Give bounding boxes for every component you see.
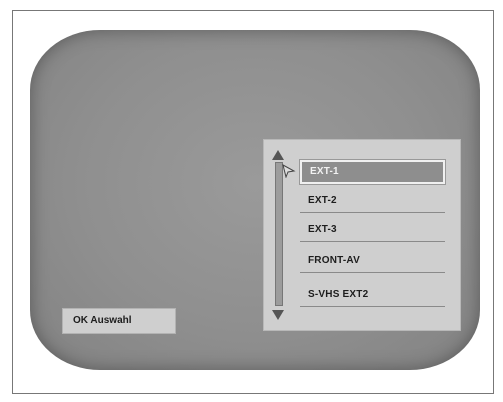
menu-item-s-vhs-ext2[interactable]: S-VHS EXT2 bbox=[300, 283, 445, 307]
menu-item-ext-1[interactable]: EXT-1 bbox=[300, 160, 445, 184]
menu-item-ext-3[interactable]: EXT-3 bbox=[300, 218, 445, 242]
ok-select-hint: OK Auswahl bbox=[62, 308, 176, 334]
scroll-up-icon[interactable] bbox=[272, 150, 284, 160]
menu-item-ext-2[interactable]: EXT-2 bbox=[300, 189, 445, 213]
selection-pointer-icon bbox=[282, 164, 296, 178]
page: EXT-1 EXT-2 EXT-3 FRONT-AV S-VHS EXT2 OK… bbox=[0, 0, 503, 402]
scroll-down-icon[interactable] bbox=[272, 310, 284, 320]
menu-item-front-av[interactable]: FRONT-AV bbox=[300, 249, 445, 273]
scroll-track[interactable] bbox=[275, 162, 283, 306]
